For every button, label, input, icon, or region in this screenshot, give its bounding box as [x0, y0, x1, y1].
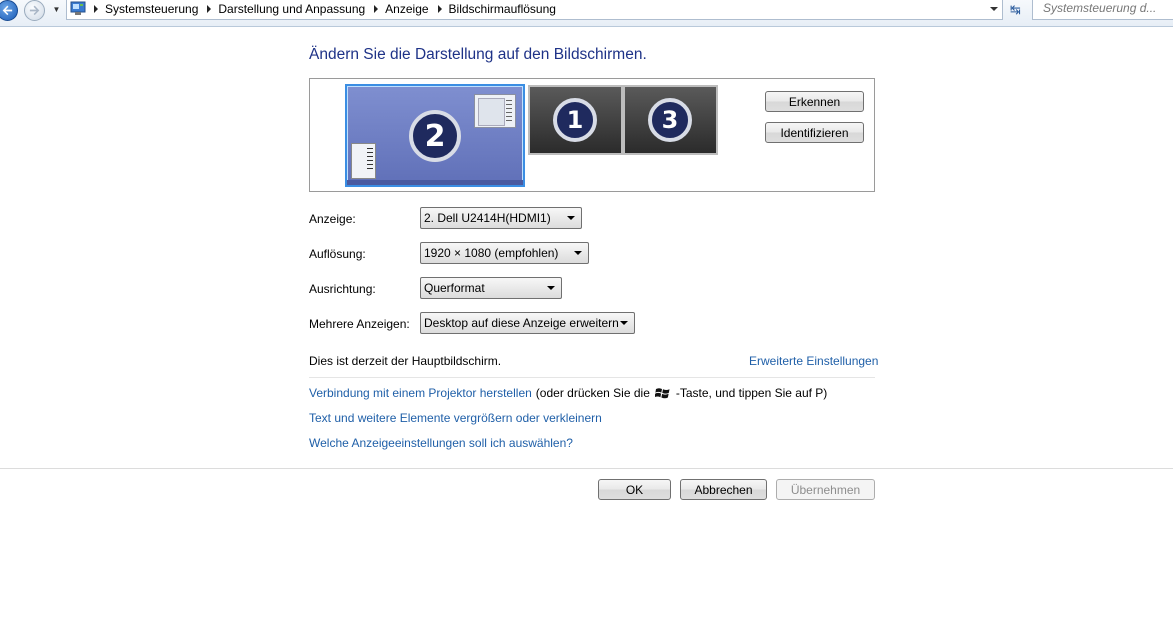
- resolution-select-value: 1920 × 1080 (empfohlen): [424, 246, 559, 260]
- dropdown-arrow-icon: [574, 251, 582, 255]
- detect-button[interactable]: Erkennen: [765, 91, 864, 112]
- back-button[interactable]: [0, 0, 18, 21]
- cancel-button[interactable]: Abbrechen: [680, 479, 767, 500]
- gadget-preview-icon: [351, 143, 376, 179]
- address-bar: ▼ Systemsteuerung Darstellung und Anpass…: [0, 0, 1173, 27]
- monitor-arrangement-panel: 2 1 3 Erkennen Identifizieren: [309, 78, 875, 192]
- resolution-select[interactable]: 1920 × 1080 (empfohlen): [420, 242, 589, 264]
- chevron-right-icon[interactable]: [207, 5, 212, 13]
- resolution-label: Auflösung:: [309, 247, 366, 261]
- monitor-3-tile[interactable]: 3: [623, 85, 718, 155]
- dropdown-arrow-icon: [567, 216, 575, 220]
- monitor-number-badge: 2: [409, 110, 461, 162]
- dropdown-arrow-icon: [547, 286, 555, 290]
- monitor-number-badge: 3: [648, 98, 692, 142]
- orientation-label: Ausrichtung:: [309, 282, 376, 296]
- windows-logo-icon: [654, 388, 670, 399]
- forward-button[interactable]: [24, 0, 45, 21]
- display-label: Anzeige:: [309, 212, 356, 226]
- refresh-button[interactable]: ↹: [1005, 0, 1026, 20]
- text-size-row: Text und weitere Elemente vergrößern ode…: [309, 411, 602, 425]
- address-dropdown-icon[interactable]: [990, 7, 998, 11]
- multiple-displays-label: Mehrere Anzeigen:: [309, 317, 410, 331]
- multiple-displays-select[interactable]: Desktop auf diese Anzeige erweitern: [420, 312, 635, 334]
- projector-row: Verbindung mit einem Projektor herstelle…: [309, 386, 827, 400]
- orientation-select-value: Querformat: [424, 281, 485, 295]
- apply-button[interactable]: Übernehmen: [776, 479, 875, 500]
- chevron-right-icon[interactable]: [437, 5, 442, 13]
- orientation-select[interactable]: Querformat: [420, 277, 562, 299]
- chevron-right-icon[interactable]: [374, 5, 379, 13]
- which-settings-link[interactable]: Welche Anzeigeeinstellungen soll ich aus…: [309, 436, 573, 450]
- monitor-2-tile[interactable]: 2: [345, 84, 525, 187]
- taskbar-preview: [347, 180, 523, 185]
- monitor-number-badge: 1: [553, 98, 597, 142]
- page-title: Ändern Sie die Darstellung auf den Bilds…: [309, 46, 647, 63]
- display-select[interactable]: 2. Dell U2414H(HDMI1): [420, 207, 582, 229]
- recent-pages-dropdown[interactable]: ▼: [51, 4, 62, 16]
- control-panel-icon: [70, 1, 86, 15]
- projector-hint-after: -Taste, und tippen Sie auf P): [675, 386, 828, 400]
- search-placeholder: Systemsteuerung d...: [1043, 1, 1157, 15]
- footer-divider: [0, 468, 1173, 469]
- multiple-displays-select-value: Desktop auf diese Anzeige erweitern: [424, 316, 619, 330]
- projector-hint-before: (oder drücken Sie die: [535, 386, 650, 400]
- divider: [309, 377, 875, 378]
- chevron-right-icon[interactable]: [94, 5, 98, 13]
- main-display-info: Dies ist derzeit der Hauptbildschirm.: [309, 354, 502, 368]
- identify-button[interactable]: Identifizieren: [765, 122, 864, 143]
- ok-button[interactable]: OK: [598, 479, 671, 500]
- refresh-icon: ↹: [1010, 2, 1021, 17]
- breadcrumb: Systemsteuerung Darstellung und Anpassun…: [91, 1, 556, 17]
- advanced-settings-link[interactable]: Erweiterte Einstellungen: [749, 354, 878, 368]
- arrow-left-icon: [2, 5, 13, 16]
- breadcrumb-item-anzeige[interactable]: Anzeige: [385, 2, 428, 16]
- display-select-value: 2. Dell U2414H(HDMI1): [424, 211, 551, 225]
- arrow-right-icon: [29, 5, 40, 16]
- breadcrumb-item-bildschirmaufloesung[interactable]: Bildschirmauflösung: [449, 2, 556, 16]
- which-settings-row: Welche Anzeigeeinstellungen soll ich aus…: [309, 436, 573, 450]
- address-path-box[interactable]: Systemsteuerung Darstellung und Anpassun…: [66, 0, 1003, 20]
- breadcrumb-item-darstellung[interactable]: Darstellung und Anpassung: [218, 2, 365, 16]
- breadcrumb-item-systemsteuerung[interactable]: Systemsteuerung: [105, 2, 198, 16]
- projector-link[interactable]: Verbindung mit einem Projektor herstelle…: [309, 386, 532, 400]
- text-size-link[interactable]: Text und weitere Elemente vergrößern ode…: [309, 411, 602, 425]
- search-input[interactable]: Systemsteuerung d...: [1032, 0, 1173, 20]
- monitor-1-tile[interactable]: 1: [528, 85, 623, 155]
- dropdown-arrow-icon: [620, 321, 628, 325]
- window-preview-icon: [474, 94, 516, 128]
